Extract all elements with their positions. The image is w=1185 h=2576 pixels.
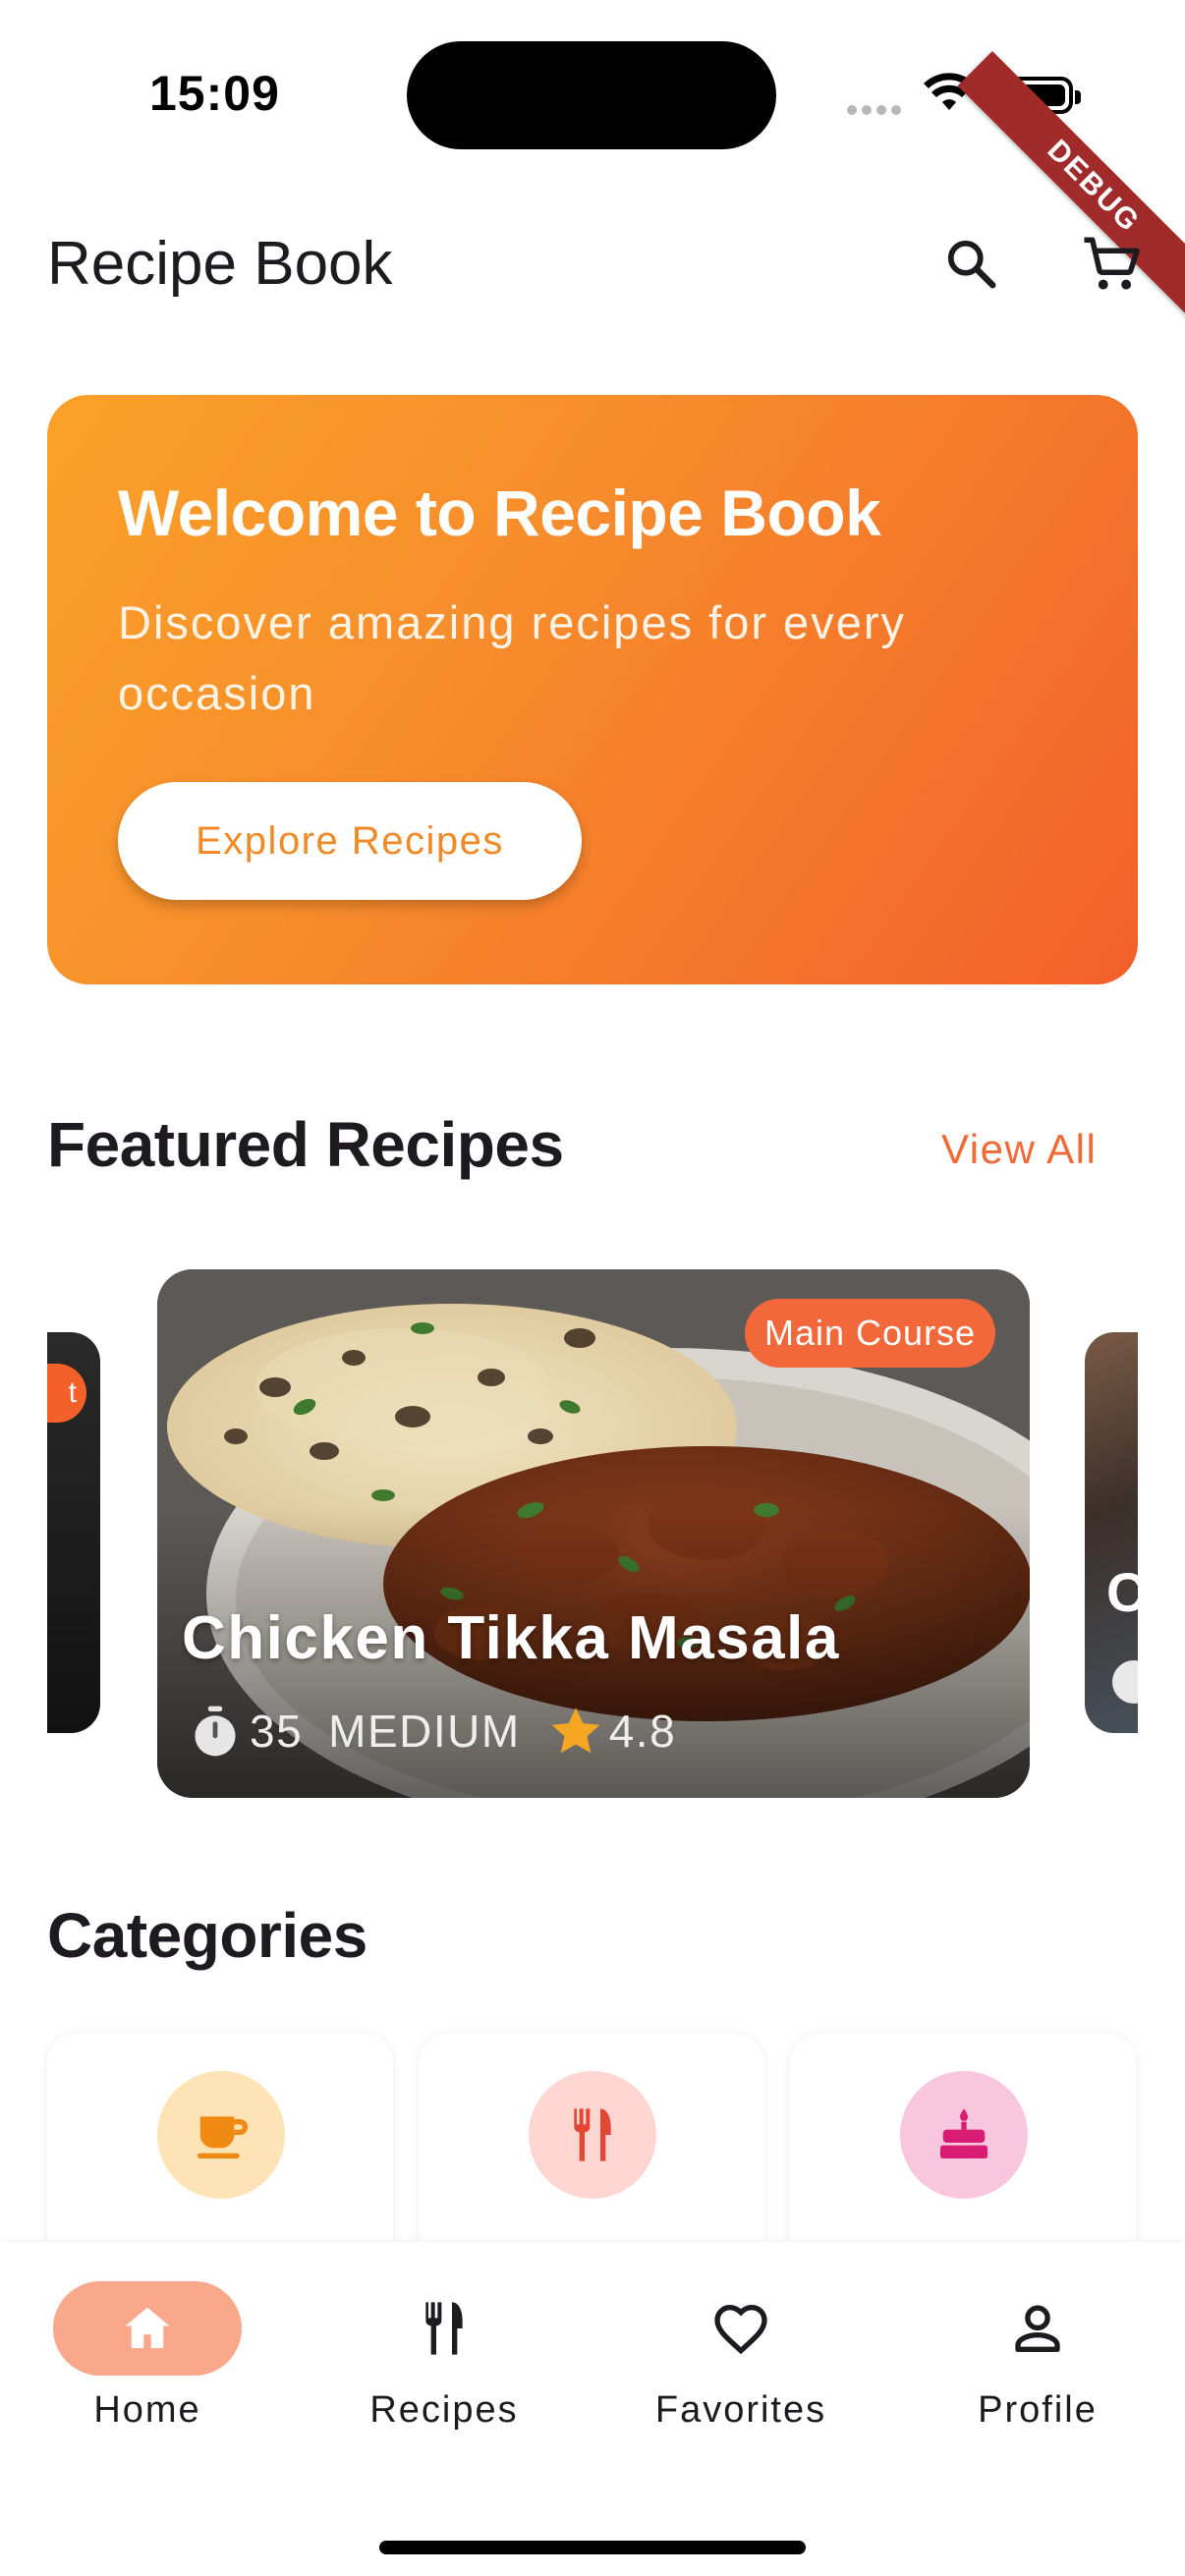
- star-icon: [551, 1708, 600, 1754]
- featured-recipe-card[interactable]: Main Course Chicken Tikka Masala 35 MEDI…: [157, 1269, 1030, 1798]
- banner-subtitle: Discover amazing recipes for every occas…: [118, 596, 906, 719]
- next-card-title: C: [1106, 1561, 1138, 1623]
- recipe-rating: 4.8: [608, 1706, 677, 1757]
- category-badge: Main Course: [745, 1299, 996, 1368]
- category-icon-circle: [900, 2071, 1028, 2199]
- nav-item-profile[interactable]: Profile: [890, 2281, 1185, 2432]
- recipe-difficulty: MEDIUM: [328, 1706, 521, 1757]
- cake-icon: [940, 2108, 988, 2158]
- person-icon: [1015, 2305, 1060, 2352]
- home-indicator[interactable]: [379, 2541, 806, 2554]
- nav-item-recipes[interactable]: Recipes: [297, 2281, 592, 2432]
- coffee-cup-icon: [198, 2116, 249, 2158]
- category-card-dessert[interactable]: [790, 2034, 1136, 2250]
- nav-label-profile: Profile: [978, 2389, 1098, 2431]
- home-icon: [125, 2307, 170, 2348]
- view-all-link[interactable]: View All: [941, 1126, 1097, 1173]
- next-card-timer-icon: [1112, 1660, 1138, 1704]
- nav-item-home[interactable]: Home: [0, 2281, 295, 2432]
- dynamic-island: [407, 41, 776, 149]
- cart-button[interactable]: [1067, 220, 1156, 308]
- heart-icon: [714, 2304, 767, 2355]
- category-icon-circle: [529, 2071, 656, 2199]
- category-icon-circle: [157, 2071, 285, 2199]
- recipe-title: Chicken Tikka Masala: [182, 1604, 840, 1672]
- fork-knife-icon: [425, 2302, 463, 2355]
- nav-label-recipes: Recipes: [369, 2389, 519, 2431]
- previous-recipe-card[interactable]: t: [47, 1332, 100, 1733]
- nav-icon-wrap: [350, 2281, 538, 2376]
- search-button[interactable]: [928, 220, 1016, 308]
- featured-section-title: Featured Recipes: [47, 1109, 564, 1180]
- next-recipe-card[interactable]: C: [1085, 1332, 1138, 1733]
- nav-label-home: Home: [93, 2389, 201, 2431]
- fork-knife-icon: [574, 2108, 611, 2161]
- search-icon: [947, 240, 996, 289]
- recipe-meta: 35 MEDIUM 4.8: [187, 1702, 676, 1761]
- nav-label-favorites: Favorites: [654, 2389, 827, 2431]
- previous-card-badge: t: [47, 1364, 86, 1423]
- cart-icon: [1084, 237, 1140, 290]
- explore-recipes-button[interactable]: Explore Recipes: [118, 782, 582, 900]
- nav-icon-wrap: [943, 2281, 1132, 2376]
- nav-item-favorites[interactable]: Favorites: [593, 2281, 888, 2432]
- category-card-main-course[interactable]: [419, 2034, 764, 2250]
- welcome-banner: Welcome to Recipe Book Discover amazing …: [47, 395, 1138, 984]
- cellular-signal-icon: [847, 102, 906, 120]
- nav-active-indicator: [53, 2281, 242, 2376]
- app-title: Recipe Book: [47, 230, 393, 298]
- bottom-navigation-bar: Home Recipes Favorites Profile: [0, 2242, 1185, 2576]
- timer-icon: [195, 1706, 236, 1757]
- recipe-time: 35: [250, 1706, 304, 1757]
- banner-title: Welcome to Recipe Book: [118, 476, 881, 549]
- category-card-breakfast[interactable]: [47, 2034, 393, 2250]
- categories-section-title: Categories: [47, 1900, 367, 1971]
- nav-icon-wrap: [647, 2281, 835, 2376]
- status-time: 15:09: [149, 66, 280, 121]
